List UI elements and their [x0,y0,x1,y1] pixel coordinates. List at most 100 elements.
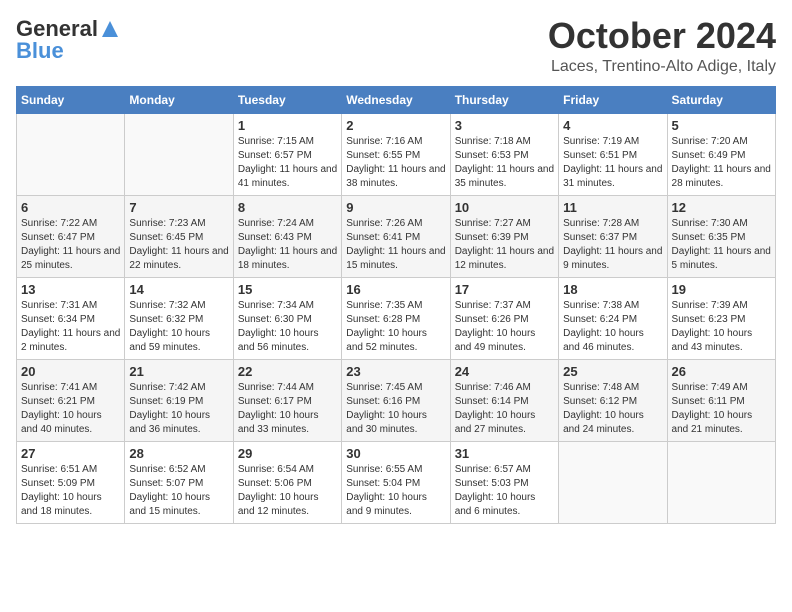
calendar-cell: 23Sunrise: 7:45 AM Sunset: 6:16 PM Dayli… [342,359,450,441]
week-row-4: 20 Sunrise: 7:41 AM Sunset: 6:21 PM Dayli… [17,359,776,441]
day-info: Sunrise: 6:54 AM Sunset: 5:06 PM Dayligh… [238,463,337,519]
header-day-tuesday: Tuesday [233,86,341,113]
calendar-cell: 21 Sunrise: 7:42 AM Sunset: 6:19 PM Dayli… [125,359,233,441]
calendar-cell: 9 Sunrise: 7:26 AM Sunset: 6:41 PM Daylig… [342,195,450,277]
calendar-cell: 5 Sunrise: 7:20 AM Sunset: 6:49 PM Daylig… [667,113,775,195]
day-info: Sunrise: 7:24 AM Sunset: 6:43 PM Dayligh… [238,217,337,273]
calendar-cell: 11 Sunrise: 7:28 AM Sunset: 6:37 PM Dayli… [559,195,667,277]
day-number: 2 [346,118,445,133]
header-row: SundayMondayTuesdayWednesdayThursdayFrid… [17,86,776,113]
day-info: Sunrise: 7:49 AM Sunset: 6:11 PM Dayligh… [672,381,771,437]
day-number: 4 [563,118,662,133]
day-number: 11 [563,200,662,215]
calendar-cell: 17Sunrise: 7:37 AM Sunset: 6:26 PM Dayli… [450,277,558,359]
day-info: Sunrise: 7:15 AM Sunset: 6:57 PM Dayligh… [238,135,337,191]
day-number: 16 [346,282,445,297]
day-info: Sunrise: 7:30 AM Sunset: 6:35 PM Dayligh… [672,217,771,273]
calendar-cell: 29 Sunrise: 6:54 AM Sunset: 5:06 PM Dayli… [233,441,341,523]
calendar-cell: 31 Sunrise: 6:57 AM Sunset: 5:03 PM Dayli… [450,441,558,523]
day-info: Sunrise: 7:19 AM Sunset: 6:51 PM Dayligh… [563,135,662,191]
calendar-cell: 1 Sunrise: 7:15 AM Sunset: 6:57 PM Daylig… [233,113,341,195]
day-number: 5 [672,118,771,133]
day-info: Sunrise: 7:22 AM Sunset: 6:47 PM Dayligh… [21,217,120,273]
day-info: Sunrise: 7:37 AM Sunset: 6:26 PM Dayligh… [455,299,554,355]
day-number: 15 [238,282,337,297]
day-info: Sunrise: 7:18 AM Sunset: 6:53 PM Dayligh… [455,135,554,191]
header: General Blue October 2024 Laces, Trentin… [16,16,776,76]
calendar-cell: 7Sunrise: 7:23 AM Sunset: 6:45 PM Daylig… [125,195,233,277]
logo-blue-text: Blue [16,38,64,64]
day-info: Sunrise: 6:52 AM Sunset: 5:07 PM Dayligh… [129,463,228,519]
day-info: Sunrise: 7:44 AM Sunset: 6:17 PM Dayligh… [238,381,337,437]
calendar-cell: 19Sunrise: 7:39 AM Sunset: 6:23 PM Dayli… [667,277,775,359]
calendar-cell: 27Sunrise: 6:51 AM Sunset: 5:09 PM Dayli… [17,441,125,523]
day-info: Sunrise: 7:42 AM Sunset: 6:19 PM Dayligh… [129,381,228,437]
day-number: 30 [346,446,445,461]
day-number: 12 [672,200,771,215]
day-number: 21 [129,364,228,379]
header-day-saturday: Saturday [667,86,775,113]
calendar-cell: 6 Sunrise: 7:22 AM Sunset: 6:47 PM Daylig… [17,195,125,277]
day-number: 24 [455,364,554,379]
calendar-table: SundayMondayTuesdayWednesdayThursdayFrid… [16,86,776,524]
day-number: 20 [21,364,120,379]
day-number: 6 [21,200,120,215]
day-info: Sunrise: 7:16 AM Sunset: 6:55 PM Dayligh… [346,135,445,191]
day-info: Sunrise: 7:46 AM Sunset: 6:14 PM Dayligh… [455,381,554,437]
calendar-cell: 25 Sunrise: 7:48 AM Sunset: 6:12 PM Dayli… [559,359,667,441]
day-number: 25 [563,364,662,379]
calendar-cell: 14 Sunrise: 7:32 AM Sunset: 6:32 PM Dayli… [125,277,233,359]
day-info: Sunrise: 7:26 AM Sunset: 6:41 PM Dayligh… [346,217,445,273]
day-info: Sunrise: 6:55 AM Sunset: 5:04 PM Dayligh… [346,463,445,519]
calendar-cell: 4 Sunrise: 7:19 AM Sunset: 6:51 PM Daylig… [559,113,667,195]
day-number: 28 [129,446,228,461]
calendar-cell: 26Sunrise: 7:49 AM Sunset: 6:11 PM Dayli… [667,359,775,441]
week-row-5: 27Sunrise: 6:51 AM Sunset: 5:09 PM Dayli… [17,441,776,523]
calendar-cell: 15Sunrise: 7:34 AM Sunset: 6:30 PM Dayli… [233,277,341,359]
day-number: 29 [238,446,337,461]
day-info: Sunrise: 7:32 AM Sunset: 6:32 PM Dayligh… [129,299,228,355]
day-number: 8 [238,200,337,215]
day-info: Sunrise: 7:28 AM Sunset: 6:37 PM Dayligh… [563,217,662,273]
day-number: 7 [129,200,228,215]
day-info: Sunrise: 7:27 AM Sunset: 6:39 PM Dayligh… [455,217,554,273]
month-title: October 2024 [548,16,776,56]
day-info: Sunrise: 7:35 AM Sunset: 6:28 PM Dayligh… [346,299,445,355]
day-number: 9 [346,200,445,215]
day-number: 31 [455,446,554,461]
title-area: October 2024 Laces, Trentino-Alto Adige,… [548,16,776,76]
calendar-cell: 2 Sunrise: 7:16 AM Sunset: 6:55 PM Daylig… [342,113,450,195]
header-day-wednesday: Wednesday [342,86,450,113]
day-number: 1 [238,118,337,133]
calendar-cell: 13Sunrise: 7:31 AM Sunset: 6:34 PM Dayli… [17,277,125,359]
calendar-cell: 8 Sunrise: 7:24 AM Sunset: 6:43 PM Daylig… [233,195,341,277]
day-info: Sunrise: 7:41 AM Sunset: 6:21 PM Dayligh… [21,381,120,437]
calendar-cell: 16 Sunrise: 7:35 AM Sunset: 6:28 PM Dayli… [342,277,450,359]
day-info: Sunrise: 7:31 AM Sunset: 6:34 PM Dayligh… [21,299,120,355]
header-day-monday: Monday [125,86,233,113]
day-number: 22 [238,364,337,379]
week-row-3: 13Sunrise: 7:31 AM Sunset: 6:34 PM Dayli… [17,277,776,359]
calendar-cell: 3 Sunrise: 7:18 AM Sunset: 6:53 PM Daylig… [450,113,558,195]
day-info: Sunrise: 7:48 AM Sunset: 6:12 PM Dayligh… [563,381,662,437]
calendar-cell: 10Sunrise: 7:27 AM Sunset: 6:39 PM Dayli… [450,195,558,277]
calendar-cell [559,441,667,523]
location-title: Laces, Trentino-Alto Adige, Italy [548,58,776,76]
calendar-cell: 24 Sunrise: 7:46 AM Sunset: 6:14 PM Dayli… [450,359,558,441]
header-day-thursday: Thursday [450,86,558,113]
day-info: Sunrise: 7:20 AM Sunset: 6:49 PM Dayligh… [672,135,771,191]
day-number: 27 [21,446,120,461]
day-number: 14 [129,282,228,297]
week-row-2: 6 Sunrise: 7:22 AM Sunset: 6:47 PM Daylig… [17,195,776,277]
header-day-friday: Friday [559,86,667,113]
calendar-cell: 30 Sunrise: 6:55 AM Sunset: 5:04 PM Dayli… [342,441,450,523]
calendar-cell: 22 Sunrise: 7:44 AM Sunset: 6:17 PM Dayli… [233,359,341,441]
logo: General Blue [16,16,120,64]
day-number: 3 [455,118,554,133]
header-day-sunday: Sunday [17,86,125,113]
calendar-cell [17,113,125,195]
logo-icon [100,19,120,39]
day-info: Sunrise: 6:57 AM Sunset: 5:03 PM Dayligh… [455,463,554,519]
calendar-cell [125,113,233,195]
day-info: Sunrise: 7:45 AM Sunset: 6:16 PM Dayligh… [346,381,445,437]
